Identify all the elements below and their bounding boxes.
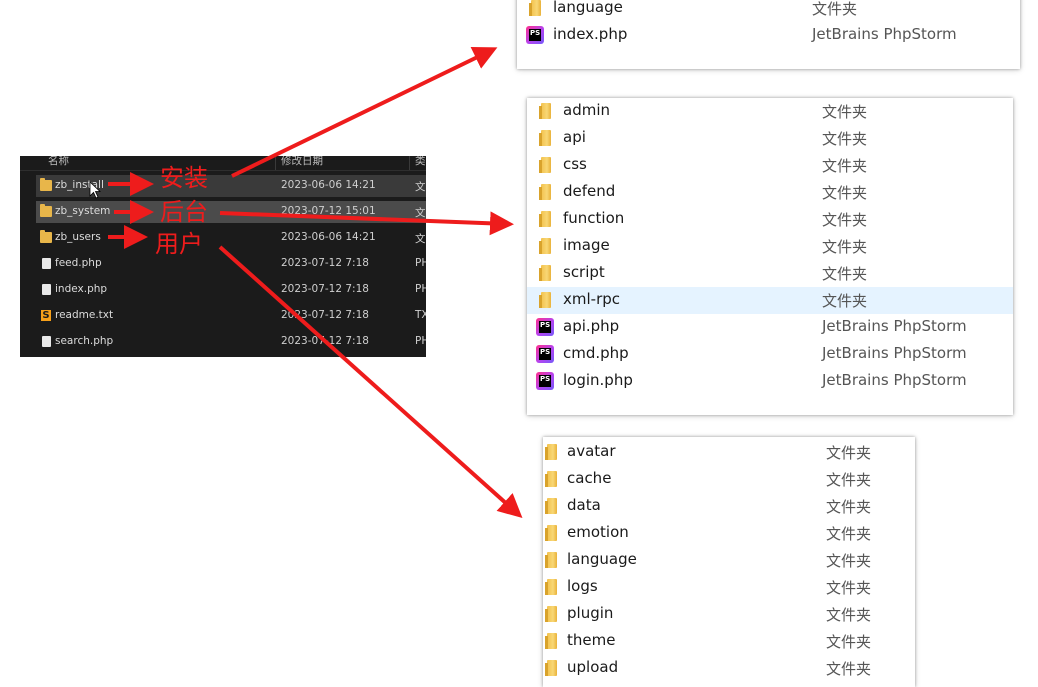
mouse-cursor-icon [89,181,102,199]
